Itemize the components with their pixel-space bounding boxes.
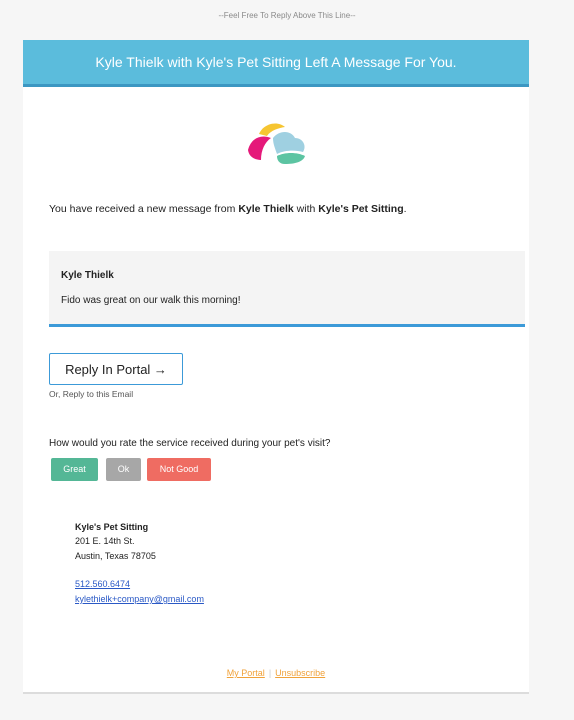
my-portal-link[interactable]: My Portal [227, 668, 265, 678]
intro-middle: with [293, 203, 319, 215]
business-address-line1: 201 E. 14th St. [75, 536, 135, 546]
intro-sender: Kyle Thielk [238, 203, 294, 215]
business-phone-link[interactable]: 512.560.6474 [75, 579, 130, 589]
email-card: Kyle Thielk with Kyle's Pet Sitting Left… [23, 40, 529, 694]
rate-great-button[interactable]: Great [51, 458, 98, 481]
footer-links: My Portal | Unsubscribe [23, 668, 529, 678]
unsubscribe-link[interactable]: Unsubscribe [275, 668, 325, 678]
reply-above-line-note: --Feel Free To Reply Above This Line-- [218, 11, 356, 20]
business-name: Kyle's Pet Sitting [75, 522, 149, 532]
message-text: Fido was great on our walk this morning! [61, 295, 241, 306]
email-banner-title: Kyle Thielk with Kyle's Pet Sitting Left… [23, 40, 529, 87]
message-box: Kyle Thielk Fido was great on our walk t… [49, 251, 525, 327]
message-author: Kyle Thielk [61, 270, 114, 281]
intro-suffix: . [403, 203, 407, 215]
rate-ok-button[interactable]: Ok [106, 458, 141, 481]
business-email-link[interactable]: kylethielk+company@gmail.com [75, 594, 204, 604]
intro-company: Kyle's Pet Sitting [318, 203, 404, 215]
intro-text: You have received a new message from Kyl… [49, 203, 407, 215]
intro-prefix: You have received a new message from [49, 203, 239, 215]
rate-not-good-button[interactable]: Not Good [147, 458, 211, 481]
reply-in-portal-button[interactable]: Reply In Portal → [49, 353, 183, 385]
company-logo-icon [248, 123, 305, 164]
reply-email-note: Or, Reply to this Email [49, 389, 134, 399]
rating-question: How would you rate the service received … [49, 438, 331, 449]
business-address-line2: Austin, Texas 78705 [75, 551, 156, 561]
footer-separator: | [268, 668, 272, 678]
